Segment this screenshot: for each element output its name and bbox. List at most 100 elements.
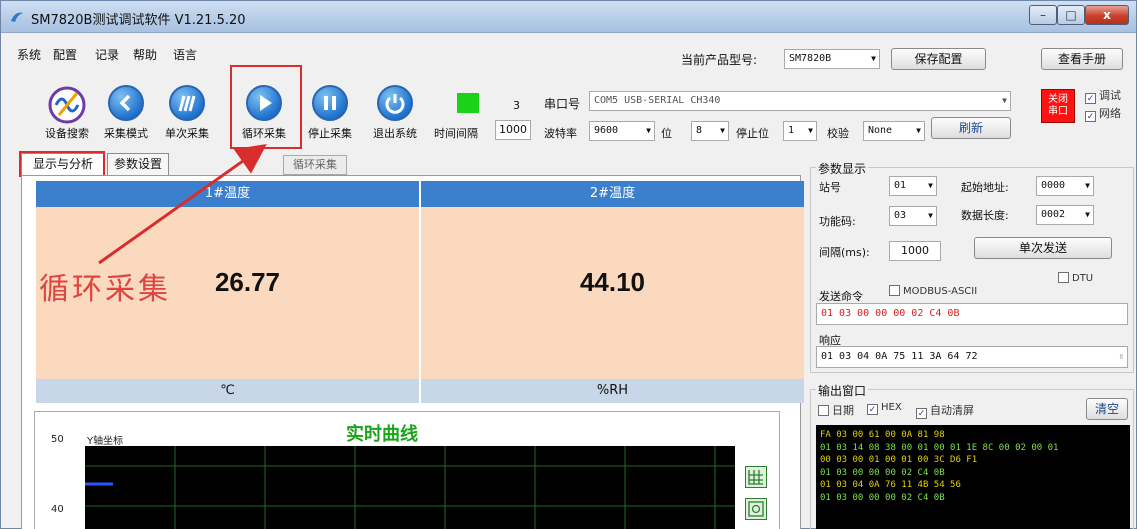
modbus-ascii-checkbox[interactable]: MODBUS-ASCII (889, 285, 977, 297)
menu-config[interactable]: 配置 (53, 46, 77, 63)
manual-button[interactable]: 查看手册 (1041, 48, 1123, 70)
share-icon (108, 85, 144, 121)
zoom-icon[interactable] (745, 498, 767, 520)
chevron-down-icon: ▼ (1085, 181, 1090, 190)
single-collect-button[interactable]: 单次采集 (157, 85, 217, 145)
dtu-label: DTU (1072, 273, 1094, 284)
close-port-button[interactable]: 关闭 串口 (1041, 89, 1075, 123)
dtu-checkbox[interactable]: DTU (1058, 272, 1093, 284)
scroll-arrows-icon[interactable]: ⇳ (1119, 347, 1124, 367)
baud-label: 波特率 (544, 127, 577, 140)
function-code-value: 03 (894, 210, 907, 221)
chevron-down-icon: ▼ (1002, 96, 1007, 105)
card-value: 44.10 (579, 267, 646, 297)
debug-label: 调试 (1099, 89, 1121, 102)
function-code-select[interactable]: 03 ▼ (889, 206, 937, 226)
data-length-label: 数据长度: (961, 209, 1009, 222)
date-label: 日期 (832, 404, 854, 417)
chevron-down-icon: ▼ (1085, 210, 1090, 219)
menu-language[interactable]: 语言 (173, 46, 197, 63)
checkbox-unchecked (1058, 272, 1069, 283)
maximize-button[interactable]: □ (1057, 5, 1085, 25)
data-length-select[interactable]: 0002 ▼ (1036, 205, 1094, 225)
product-model-select[interactable]: SM7820B ▼ (784, 49, 880, 69)
start-address-select[interactable]: 0000 ▼ (1036, 176, 1094, 196)
collect-count: 3 (513, 99, 520, 112)
save-config-button[interactable]: 保存配置 (891, 48, 986, 70)
menu-system[interactable]: 系统 (17, 46, 41, 63)
baud-select[interactable]: 9600 ▼ (589, 121, 655, 141)
checkbox-checked: ✓ (916, 408, 927, 419)
chart-grid (85, 446, 735, 529)
start-address-label: 起始地址: (961, 181, 1009, 194)
checkbox-checked: ✓ (1085, 93, 1096, 104)
title-bar: SM7820B测试调试软件 V1.21.5.20 – □ x (1, 1, 1136, 33)
date-checkbox[interactable]: 日期 (818, 402, 854, 418)
start-address-value: 0000 (1041, 180, 1066, 191)
grid-toggle-icon[interactable] (745, 466, 767, 488)
toolbar-label: 停止采集 (308, 127, 352, 140)
network-label: 网络 (1099, 107, 1121, 120)
param-group (810, 167, 1134, 373)
auto-clear-checkbox[interactable]: ✓ 自动清屏 (916, 402, 974, 419)
close-button[interactable]: x (1085, 5, 1129, 25)
temp-card-2: 2#温度 44.10 %RH (421, 181, 804, 403)
port-select[interactable]: COM5 USB-SERIAL CH340 ▼ (589, 91, 1011, 111)
chevron-down-icon: ▼ (720, 126, 725, 135)
tab-highlight (19, 151, 105, 177)
refresh-button[interactable]: 刷新 (931, 117, 1011, 139)
stop-bits-select[interactable]: 1 ▼ (783, 121, 817, 141)
station-select[interactable]: 01 ▼ (889, 176, 937, 196)
function-code-label: 功能码: (819, 215, 856, 228)
interval-input[interactable]: 1000 (495, 120, 531, 140)
port-label: 串口号 (544, 97, 581, 111)
exit-system-button[interactable]: 退出系统 (365, 85, 425, 145)
chevron-down-icon: ▼ (871, 54, 876, 63)
debug-checkbox[interactable]: ✓ 调试 (1085, 87, 1121, 104)
app-window: SM7820B测试调试软件 V1.21.5.20 – □ x 系统 配置 记录 … (0, 0, 1137, 529)
loop-collect-highlight (230, 65, 302, 149)
chevron-down-icon: ▼ (928, 211, 933, 220)
device-search-button[interactable]: 设备搜索 (37, 85, 97, 145)
auto-clear-label: 自动清屏 (930, 404, 974, 417)
checkbox-unchecked (818, 405, 829, 416)
chart-plot-area[interactable] (85, 446, 735, 529)
bits-select[interactable]: 8 ▼ (691, 121, 729, 141)
baud-value: 9600 (594, 125, 619, 136)
network-checkbox[interactable]: ✓ 网络 (1085, 105, 1121, 122)
card-unit: ℃ (36, 379, 419, 403)
parity-select[interactable]: None ▼ (863, 121, 925, 141)
param-group-title: 参数显示 (816, 160, 869, 177)
y-tick-label: 50 (51, 434, 64, 445)
bits-value: 8 (696, 125, 703, 136)
menu-help[interactable]: 帮助 (133, 46, 157, 63)
clear-button[interactable]: 清空 (1086, 398, 1128, 420)
interval-ms-input[interactable]: 1000 (889, 241, 941, 261)
output-line: 00 03 00 01 00 01 00 3C D6 F1 (820, 455, 978, 465)
y-axis-label: Y轴坐标 (87, 436, 124, 447)
station-label: 站号 (819, 181, 841, 194)
y-tick-label: 40 (51, 504, 64, 515)
output-line: 01 03 04 0A 76 11 4B 54 56 (820, 480, 961, 490)
minimize-button[interactable]: – (1029, 5, 1057, 25)
checkbox-checked: ✓ (867, 404, 878, 415)
stop-collect-button[interactable]: 停止采集 (300, 85, 360, 145)
menu-record[interactable]: 记录 (95, 46, 119, 63)
tab-parameter-settings[interactable]: 参数设置 (107, 153, 169, 175)
checkbox-checked: ✓ (1085, 111, 1096, 122)
chevron-down-icon: ▼ (808, 126, 813, 135)
send-command-field[interactable]: 01 03 00 00 00 02 C4 0B (816, 303, 1128, 325)
chevron-down-icon: ▼ (916, 126, 921, 135)
response-value: 01 03 04 0A 75 11 3A 64 72 (821, 351, 978, 362)
output-console[interactable]: FA 03 00 61 00 0A 81 98 01 03 14 08 38 0… (816, 425, 1130, 529)
single-send-button[interactable]: 单次发送 (974, 237, 1112, 259)
status-indicator (457, 93, 479, 113)
hex-checkbox[interactable]: ✓ HEX (867, 402, 902, 415)
checkbox-unchecked (889, 285, 900, 296)
chevron-down-icon: ▼ (928, 181, 933, 190)
toolbar-label: 设备搜索 (45, 127, 89, 140)
hex-label: HEX (881, 402, 902, 413)
response-field[interactable]: 01 03 04 0A 75 11 3A 64 72 ⇳ (816, 346, 1128, 368)
data-length-value: 0002 (1041, 209, 1066, 220)
collect-mode-button[interactable]: 采集模式 (96, 85, 156, 145)
